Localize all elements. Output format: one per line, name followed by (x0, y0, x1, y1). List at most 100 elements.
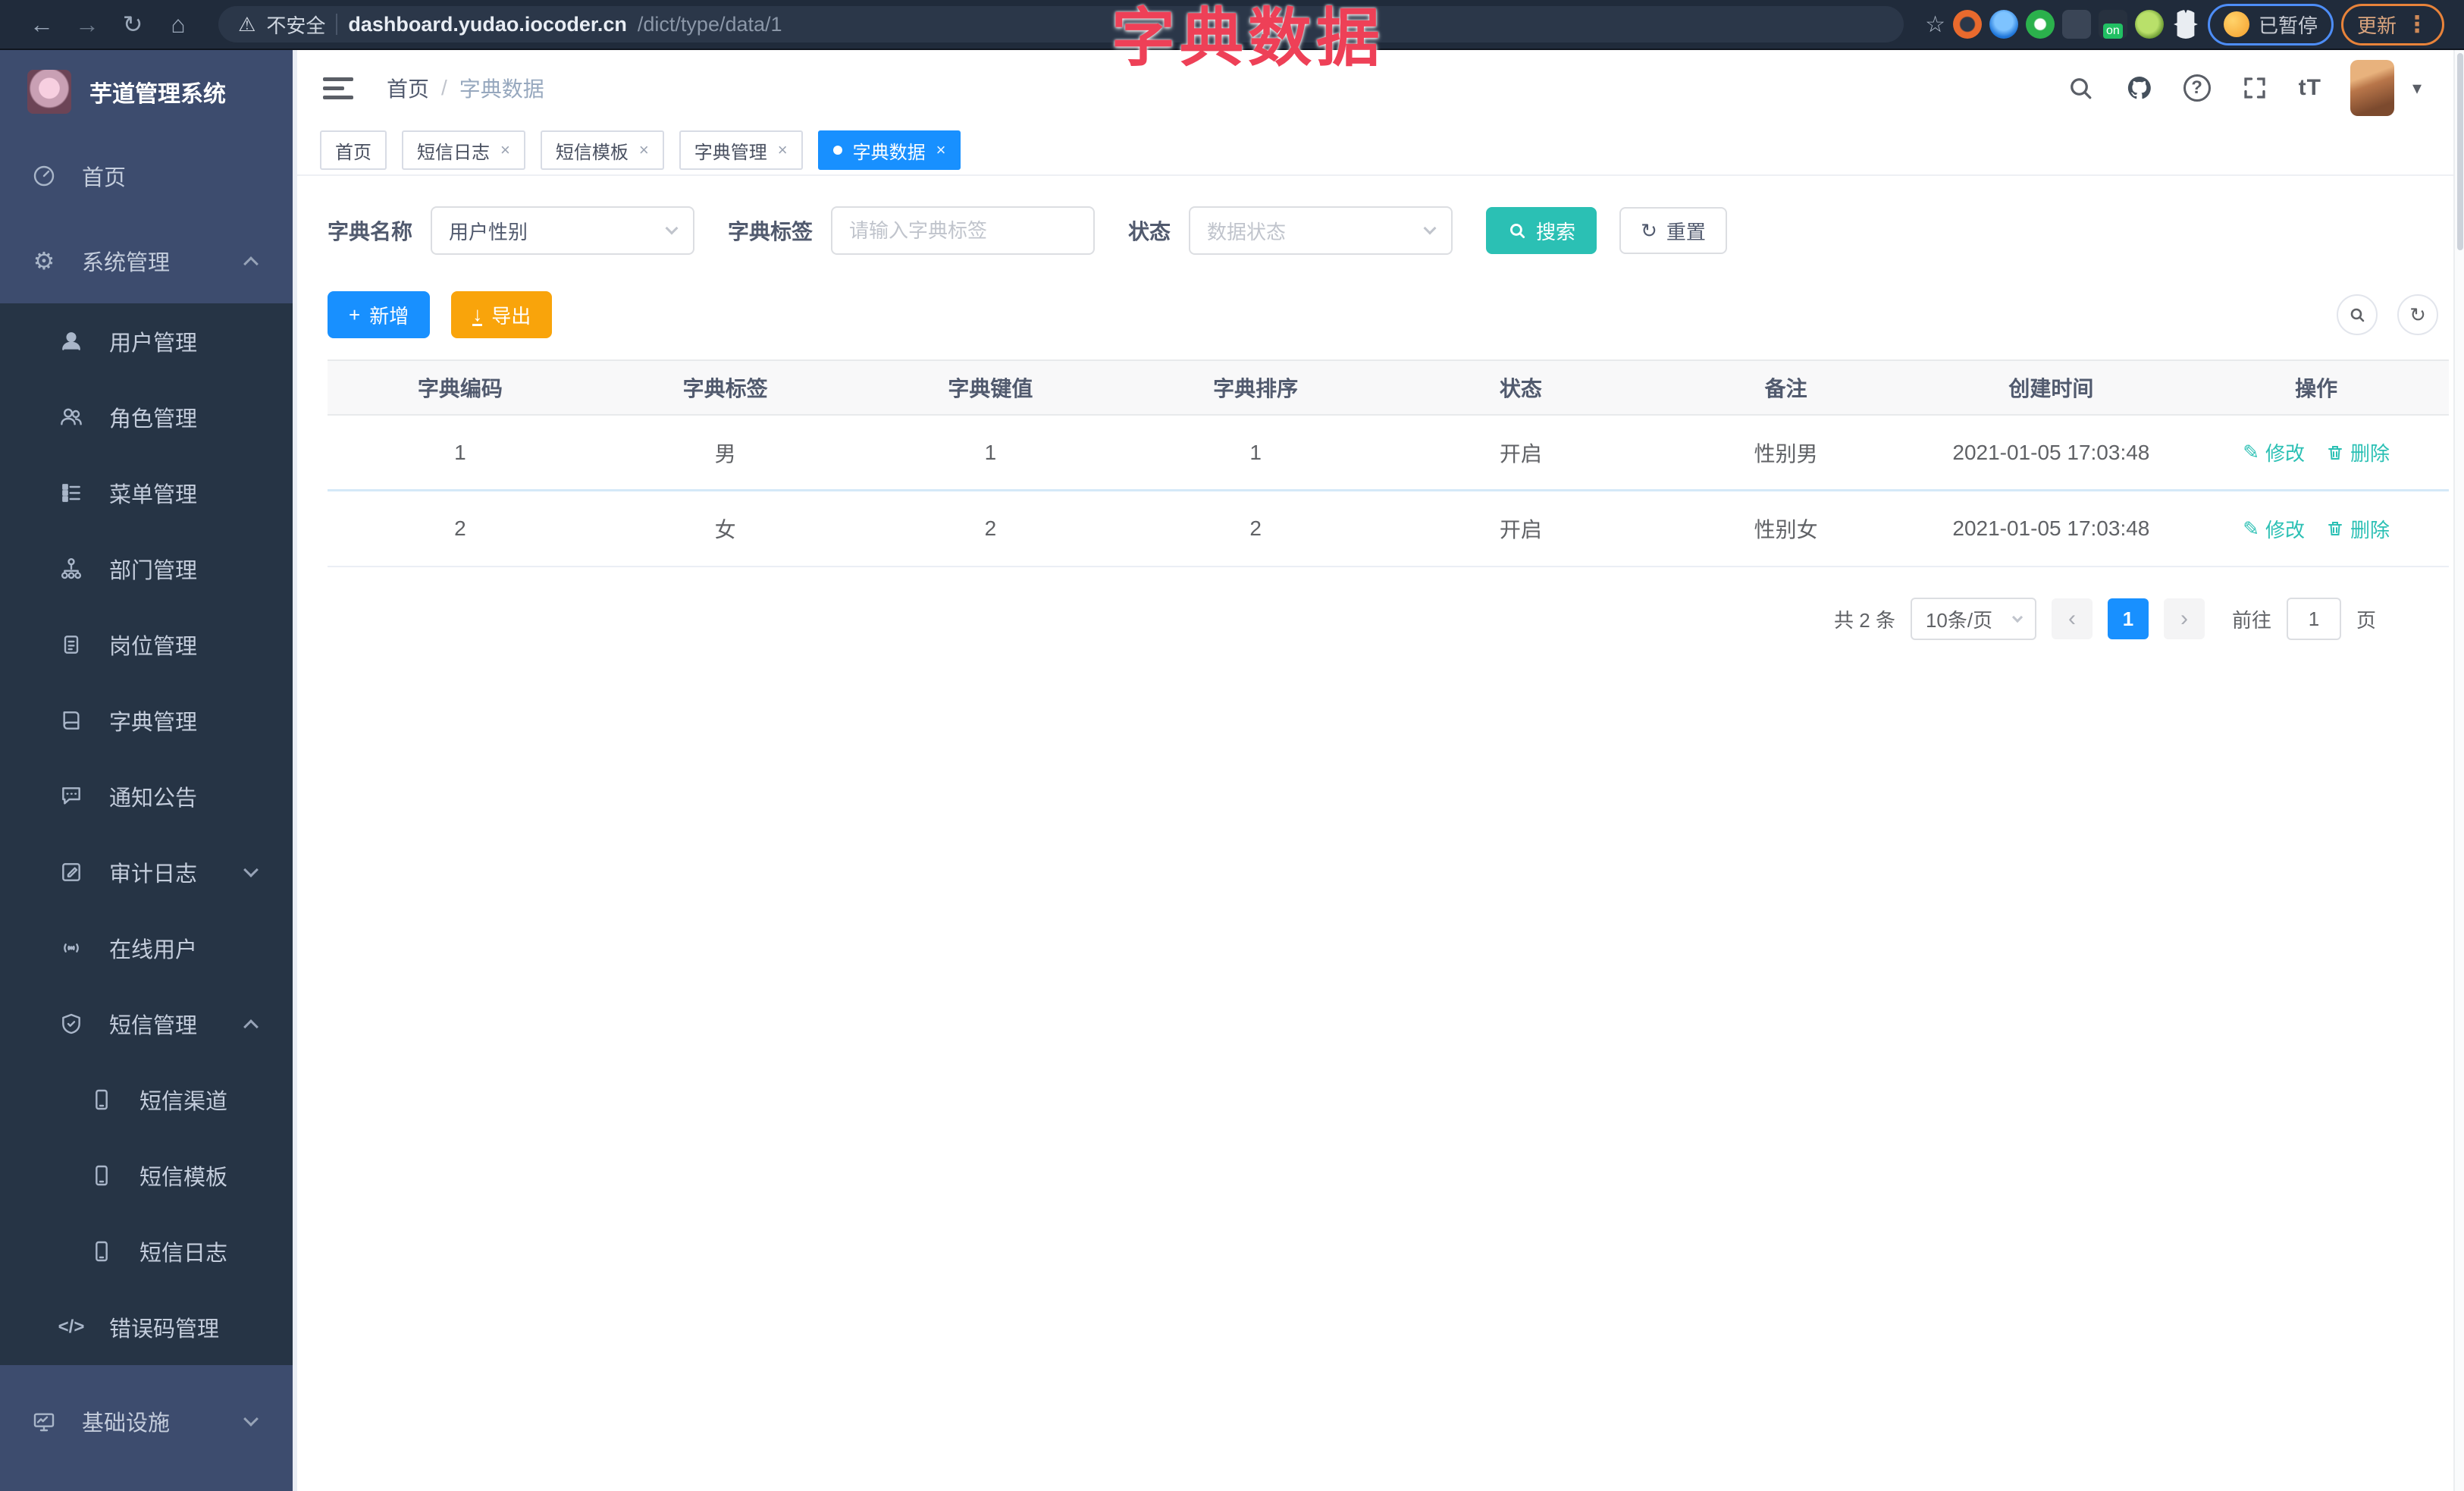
sidebar-item-sms-mgmt[interactable]: 短信管理 (0, 986, 293, 1062)
scrollbar-thumb[interactable] (2457, 53, 2463, 250)
next-page-button[interactable]: › (2163, 598, 2205, 639)
close-icon[interactable]: × (936, 140, 946, 160)
add-button[interactable]: + 新增 (328, 291, 431, 338)
page-size-select[interactable]: 10条/页 (1910, 598, 2036, 640)
status-select[interactable]: 数据状态 (1189, 206, 1453, 255)
cell-dict-label: 男 (714, 441, 736, 466)
paused-label: 已暂停 (2258, 14, 2318, 37)
font-size-icon[interactable]: tT (2299, 75, 2321, 101)
url-path: /dict/type/data/1 (637, 12, 782, 36)
extension-icon[interactable] (2025, 10, 2055, 39)
edit-link[interactable]: ✎ 修改 (2243, 515, 2305, 543)
cell-remark: 性别男 (1754, 441, 1818, 466)
extension-icon[interactable] (1952, 10, 1982, 39)
sidebar-root-section-bottom: 基础设施 (0, 1365, 293, 1491)
sidebar-item-sms-template[interactable]: 短信模板 (0, 1138, 293, 1213)
toggle-search-button[interactable] (2337, 294, 2378, 335)
sidebar-item-post-mgmt[interactable]: 岗位管理 (0, 607, 293, 683)
sidebar-item-notice[interactable]: 通知公告 (0, 758, 293, 834)
edit-link-label: 修改 (2265, 442, 2306, 465)
close-icon[interactable]: × (778, 140, 788, 160)
page-size-value: 10条/页 (1925, 608, 1993, 632)
cell-dict-code: 2 (454, 516, 466, 540)
user-icon (55, 329, 88, 353)
delete-link[interactable]: 删除 (2326, 515, 2390, 543)
search-icon[interactable] (2065, 73, 2096, 103)
extension-icon[interactable] (1989, 10, 2018, 39)
edit-link[interactable]: ✎ 修改 (2243, 438, 2305, 466)
tag-home[interactable]: 首页 (320, 130, 387, 170)
search-button-label: 搜索 (1536, 220, 1576, 243)
sidebar-item-label: 系统管理 (82, 251, 171, 275)
cell-created: 2021-01-05 17:03:48 (1952, 516, 2150, 540)
cell-dict-label: 女 (714, 518, 736, 541)
sidebar-item-system-mgmt[interactable]: ⚙ 系统管理 (0, 218, 293, 303)
goto-page-input[interactable] (2286, 598, 2341, 640)
caret-down-icon[interactable]: ▾ (2412, 77, 2422, 99)
browser-home-icon[interactable]: ⌂ (159, 11, 197, 39)
export-button[interactable]: ↓ 导出 (451, 291, 553, 338)
help-icon[interactable]: ? (2183, 74, 2211, 102)
github-icon[interactable] (2124, 73, 2155, 103)
reset-button-label: 重置 (1666, 220, 1706, 243)
tag-sms-log[interactable]: 短信日志 × (402, 130, 525, 170)
sidebar-item-errcode-mgmt[interactable]: </> 错误码管理 (0, 1289, 293, 1365)
close-icon[interactable]: × (500, 140, 510, 160)
sidebar-item-dict-mgmt[interactable]: 字典管理 (0, 683, 293, 758)
sidebar-item-home[interactable]: 首页 (0, 133, 293, 218)
tag-dict-data-active[interactable]: 字典数据 × (817, 130, 961, 170)
reset-button[interactable]: ↻ 重置 (1619, 207, 1727, 254)
sidebar-item-dept-mgmt[interactable]: 部门管理 (0, 531, 293, 607)
close-icon[interactable]: × (639, 140, 649, 160)
url-host: dashboard.yudao.iocoder.cn (348, 12, 627, 36)
breadcrumb-home[interactable]: 首页 (387, 73, 429, 103)
sidebar-item-user-mgmt[interactable]: 用户管理 (0, 303, 293, 379)
extension-icon[interactable] (2061, 10, 2091, 39)
sidebar-item-sms-channel[interactable]: 短信渠道 (0, 1062, 293, 1138)
sidebar-item-label: 短信渠道 (140, 1090, 228, 1114)
profile-paused-chip[interactable]: 已暂停 (2207, 3, 2334, 46)
browser-menu-icon[interactable]: ⋮ (2406, 11, 2428, 38)
users-icon (55, 405, 88, 429)
table-row[interactable]: 2 女 2 2 开启 性别女 2021-01-05 17:03:48 ✎ 修改 (328, 491, 2449, 567)
sidebar-submenu-section: 用户管理 角色管理 菜单管理 部门管理 岗位管理 字典管理 通知公告 审计日志 … (0, 303, 293, 1365)
table-row[interactable]: 1 男 1 1 开启 性别男 2021-01-05 17:03:48 ✎ 修改 (328, 416, 2449, 491)
fullscreen-icon[interactable] (2240, 73, 2270, 103)
user-avatar[interactable] (2350, 60, 2394, 116)
app-logo-row[interactable]: 芋道管理系统 (0, 50, 293, 133)
browser-reload-icon[interactable]: ↻ (114, 10, 152, 39)
total-count: 共 2 条 (1834, 608, 1895, 632)
edit-icon: ✎ (2243, 441, 2259, 463)
sidebar-item-menu-mgmt[interactable]: 菜单管理 (0, 455, 293, 531)
menu-list-icon (55, 481, 88, 505)
delete-link[interactable]: 删除 (2326, 438, 2390, 466)
chrome-update-button[interactable]: 更新 ⋮ (2340, 3, 2444, 46)
collapse-sidebar-icon[interactable] (323, 77, 353, 99)
sidebar-item-infrastructure[interactable]: 基础设施 (0, 1379, 293, 1464)
tag-sms-template[interactable]: 短信模板 × (540, 130, 664, 170)
sidebar-item-online-users[interactable]: 在线用户 (0, 910, 293, 986)
delete-link-label: 删除 (2350, 442, 2390, 465)
sidebar-item-role-mgmt[interactable]: 角色管理 (0, 379, 293, 455)
dict-name-select[interactable]: 用户性别 (431, 206, 695, 255)
prev-page-button[interactable]: ‹ (2051, 598, 2093, 639)
page-scrollbar[interactable] (2453, 50, 2464, 1491)
dict-label-input[interactable] (849, 218, 1077, 243)
sidebar-item-label: 用户管理 (109, 331, 198, 356)
page-1-button[interactable]: 1 (2107, 598, 2149, 639)
sidebar-item-sms-log[interactable]: 短信日志 (0, 1213, 293, 1289)
extension-on-icon[interactable]: on (2098, 10, 2127, 39)
edit-link-label: 修改 (2265, 518, 2306, 541)
refresh-table-button[interactable]: ↻ (2397, 294, 2438, 335)
search-button[interactable]: 搜索 (1486, 207, 1597, 254)
bookmark-star-icon[interactable]: ☆ (1925, 11, 1945, 38)
tag-dict-mgmt[interactable]: 字典管理 × (679, 130, 803, 170)
sidebar-item-audit-log[interactable]: 审计日志 (0, 834, 293, 910)
update-label: 更新 (2356, 14, 2397, 37)
browser-forward-icon[interactable]: → (68, 11, 106, 39)
dict-data-table: 字典编码 字典标签 字典键值 字典排序 状态 备注 创建时间 操作 1 男 1 … (328, 359, 2449, 567)
browser-back-icon[interactable]: ← (23, 11, 61, 39)
extensions-puzzle-icon[interactable] (2174, 10, 2198, 39)
extension-icon[interactable] (2134, 10, 2164, 39)
cell-dict-sort: 2 (1249, 516, 1262, 540)
